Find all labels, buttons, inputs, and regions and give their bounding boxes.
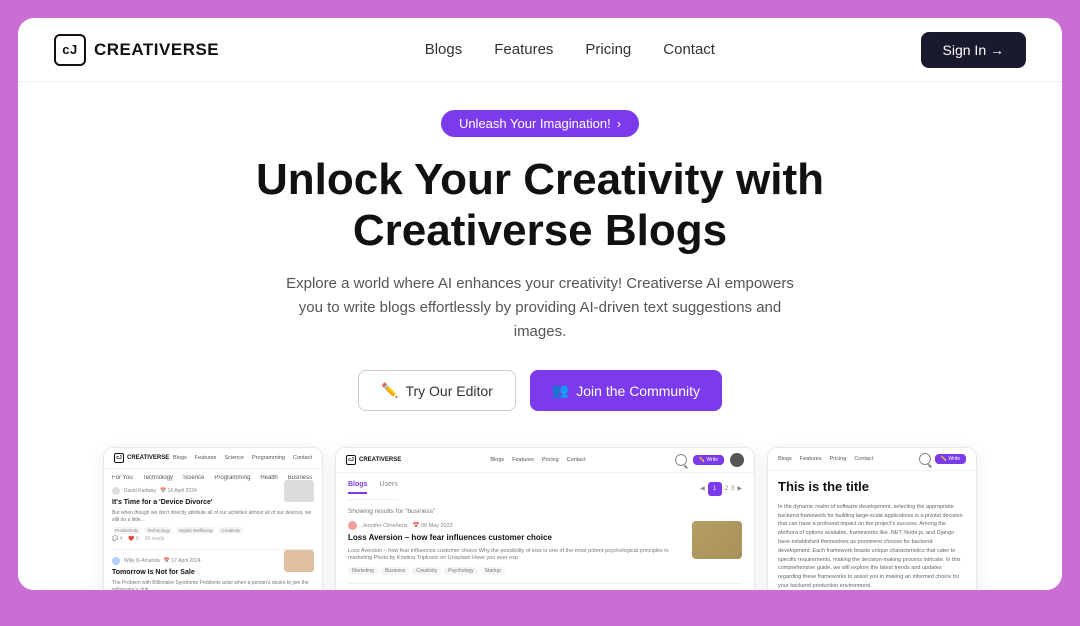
nav-pricing[interactable]: Pricing (585, 41, 631, 58)
sc1-article-img-1 (284, 480, 314, 502)
join-community-label: Join the Community (576, 383, 700, 399)
sc1-article-1: David Kadway 📅 16 April 2024 It's Time f… (112, 487, 314, 550)
sc2-search-icon (675, 454, 687, 466)
sc2-logo: cJ CREATIVERSE (346, 455, 401, 465)
sc3-write-btn: ✏️ Write (935, 454, 966, 464)
sc1-article-body-1: But when though we don't directly attrib… (112, 510, 314, 524)
nav-blogs[interactable]: Blogs (425, 41, 463, 58)
main-card: cJ CREATIVERSE Blogs Features Pricing Co… (18, 18, 1062, 590)
join-community-button[interactable]: 👥 Join the Community (530, 370, 722, 411)
sc2-user-avatar (730, 453, 744, 467)
hero-badge-text: Unleash Your Imagination! (459, 116, 611, 131)
sc2-navbar: cJ CREATIVERSE Blogs Features Pricing Co… (336, 448, 754, 473)
sc2-nav-links: Blogs Features Pricing Contact (490, 457, 585, 463)
signin-button[interactable]: Sign In → (921, 32, 1026, 68)
screenshot-blog-list: cJ CREATIVERSE Blogs Features Science Pr… (103, 447, 323, 590)
users-icon: 👥 (552, 382, 569, 399)
hero-badge-arrow: › (617, 116, 621, 131)
pencil-icon: ✏️ (381, 382, 398, 399)
sc2-content: Blogs Users ◀ 1 2 3 ▶ Showing results fo… (336, 473, 754, 590)
sc2-avatar-1 (348, 521, 357, 530)
nav-contact[interactable]: Contact (663, 41, 715, 58)
sc2-tabs: Blogs Users (348, 481, 398, 500)
sc1-article-img-2 (284, 550, 314, 572)
sc2-article-img-1 (692, 521, 742, 559)
screenshot-search-results: cJ CREATIVERSE Blogs Features Pricing Co… (335, 447, 755, 590)
sc1-article-2: Willy N-Amanda 📅 17 April 2024 Tomorrow … (112, 557, 314, 590)
brand-logo: cJ CREATIVERSE (54, 34, 219, 66)
screenshots-row: cJ CREATIVERSE Blogs Features Science Pr… (18, 447, 1062, 590)
sc3-search-icon (919, 453, 931, 465)
sc3-content: This is the title In the dynamic realm o… (768, 471, 976, 590)
sc1-content: For You Technology Science Programming H… (104, 469, 322, 590)
screenshot-article-view: Blogs Features Pricing Contact ✏️ Write … (767, 447, 977, 590)
sc2-article-body-1: Loss Aversion – how fear influences cust… (348, 548, 684, 563)
sc3-navbar: Blogs Features Pricing Contact ✏️ Write (768, 448, 976, 471)
hero-section: Unleash Your Imagination! › Unlock Your … (18, 82, 1062, 590)
sc2-tags-1: Marketing Business Creativity Psychology… (348, 567, 684, 575)
logo-icon: cJ (54, 34, 86, 66)
sc2-write-btn: ✏️ Write (693, 455, 724, 465)
sc1-avatar-1 (112, 487, 120, 495)
hero-badge: Unleash Your Imagination! › (441, 110, 639, 137)
sc3-article-body: In the dynamic realm of software develop… (778, 503, 966, 590)
navbar: cJ CREATIVERSE Blogs Features Pricing Co… (18, 18, 1062, 82)
nav-features[interactable]: Features (494, 41, 553, 58)
sc1-article-body-2: The Problem with Billionaire Syndrome Pr… (112, 580, 314, 590)
sc3-article-title: This is the title (778, 479, 966, 495)
sc1-navbar: cJ CREATIVERSE Blogs Features Science Pr… (104, 448, 322, 469)
sc1-logo: cJ CREATIVERSE (114, 453, 169, 463)
try-editor-label: Try Our Editor (405, 383, 492, 399)
nav-links: Blogs Features Pricing Contact (425, 41, 715, 59)
sc1-avatar-2 (112, 557, 120, 565)
try-editor-button[interactable]: ✏️ Try Our Editor (358, 370, 516, 411)
sc2-search-result-label: Showing results for "business" (348, 508, 742, 515)
hero-title: Unlock Your Creativity with Creativerse … (200, 155, 880, 256)
sc2-article-title-1: Loss Aversion – how fear influences cust… (348, 533, 684, 543)
sc2-article-1: Jennifer Clinehens 📅 06 May 2023 Loss Av… (348, 521, 742, 584)
brand-name: CREATIVERSE (94, 40, 219, 60)
hero-subtitle: Explore a world where AI enhances your c… (280, 272, 800, 344)
sc1-nav-links: Blogs Features Science Programming Conta… (173, 455, 312, 461)
sc3-nav-links: Blogs Features Pricing Contact (778, 456, 873, 462)
hero-buttons: ✏️ Try Our Editor 👥 Join the Community (358, 370, 722, 411)
sc1-tags-1: Productivity Technology Digital Wellbein… (112, 527, 314, 534)
